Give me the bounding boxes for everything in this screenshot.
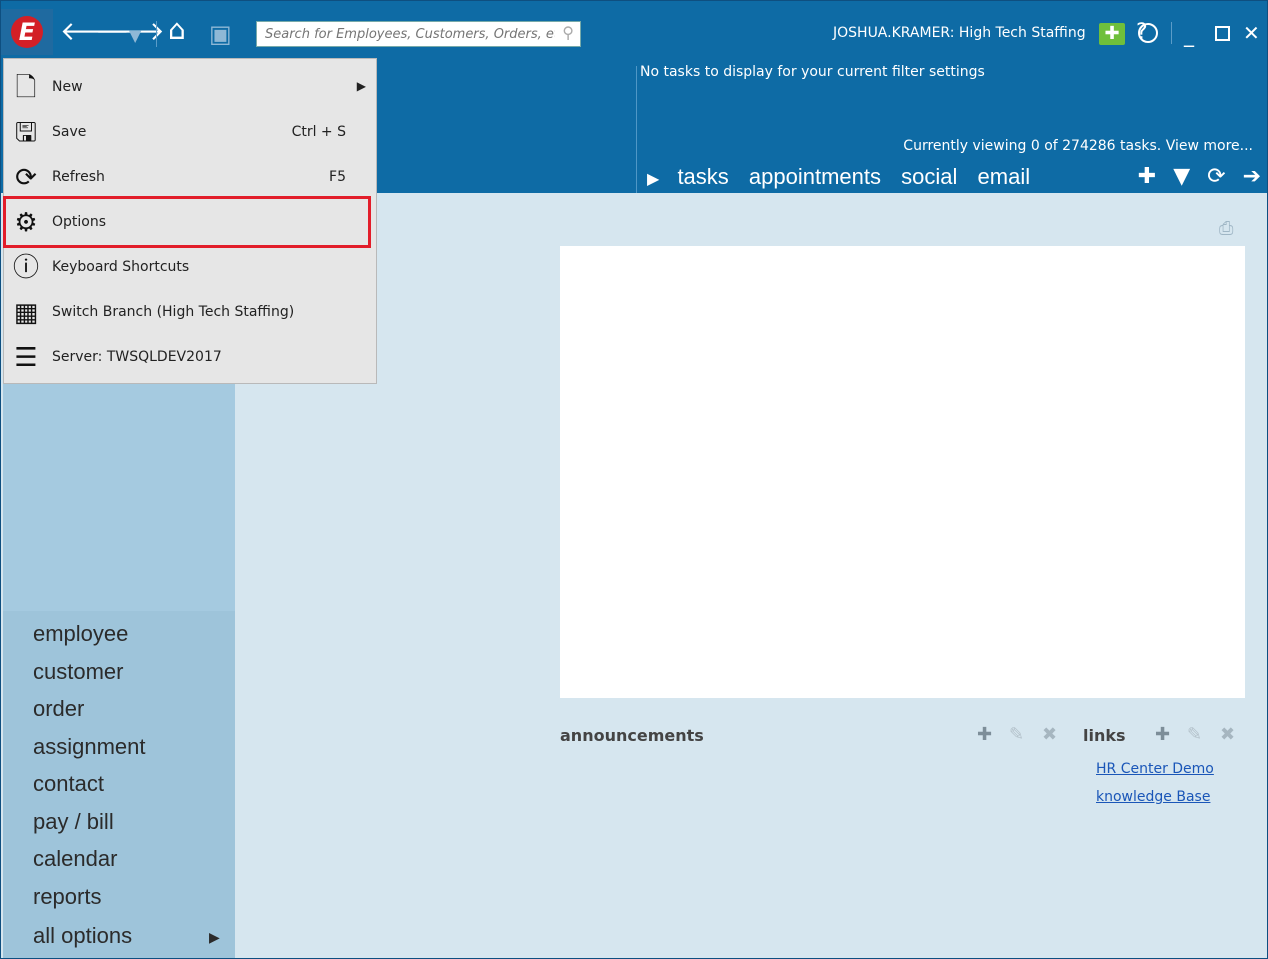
task-count-status[interactable]: Currently viewing 0 of 274286 tasks. Vie… [903,138,1253,154]
add-icon[interactable]: ✚ [1138,164,1156,189]
edit-link-icon[interactable]: ✎ [1187,724,1202,745]
menu-item-refresh[interactable]: ⟳ Refresh F5 [4,155,376,200]
menu-label: Save [52,124,87,140]
menu-item-switch-branch[interactable]: ▦ Switch Branch (High Tech Staffing) [4,290,376,335]
menu-label: Switch Branch (High Tech Staffing) [52,304,295,320]
links-title: links [1083,726,1126,745]
expand-play-icon[interactable]: ▶ [647,171,659,188]
options-highlight-box [3,196,371,248]
refresh-icon[interactable]: ⟳ [1207,164,1225,189]
filter-icon[interactable]: ▼ [1173,164,1190,189]
app-logo: E [11,16,43,48]
tab-appointments[interactable]: appointments [749,164,881,189]
menu-item-save[interactable]: 🖫 Save Ctrl + S [4,110,376,155]
nav-order[interactable]: order [33,696,84,722]
global-search[interactable]: ⚲ [256,21,581,47]
user-branch-label: JOSHUA.KRAMER: High Tech Staffing [833,25,1086,41]
nav-contact[interactable]: contact [33,771,104,797]
home-icon[interactable]: ⌂ [168,16,186,44]
arrow-right-icon[interactable]: ➔ [1243,164,1261,189]
refresh-icon: ⟳ [15,163,37,193]
app-menu-button[interactable]: E [1,9,53,55]
history-dropdown-icon[interactable]: ▼ [129,23,141,49]
menu-item-server[interactable]: ☰ Server: TWSQLDEV2017 [4,335,376,380]
add-link-icon[interactable]: ✚ [1155,724,1170,745]
nav-pay-bill[interactable]: pay / bill [33,809,114,835]
nav-reports[interactable]: reports [33,884,101,910]
menu-item-keyboard-shortcuts[interactable]: ⓘ Keyboard Shortcuts [4,245,376,290]
link-hr-center-demo[interactable]: HR Center Demo [1096,761,1214,777]
announcements-title: announcements [560,726,704,745]
minimize-icon[interactable]: _ [1184,23,1194,47]
toolbar-divider [156,21,157,47]
nav-employee[interactable]: employee [33,621,128,647]
menu-label: Keyboard Shortcuts [52,259,190,275]
nav-customer[interactable]: customer [33,659,123,685]
menu-shortcut: F5 [329,169,346,185]
help-circle [1138,23,1158,43]
maximize-icon[interactable] [1215,26,1230,41]
delete-announcement-icon[interactable]: ✖ [1042,724,1057,745]
dashboard-panel [560,246,1245,698]
menu-shortcut: Ctrl + S [291,124,346,140]
save-icon: 🖫 [14,118,38,148]
menu-label: Refresh [52,169,105,185]
tab-email[interactable]: email [978,164,1031,189]
task-tabs: ▶ tasks appointments social email [647,164,1044,190]
tab-social[interactable]: social [901,164,957,189]
tab-tasks[interactable]: tasks [677,164,728,189]
new-document-icon: 🗋 [15,73,37,103]
save-disk-icon[interactable]: ▣ [209,21,232,47]
submenu-arrow-icon: ▶ [356,79,366,93]
task-actions: ✚ ▼ ⟳ ➔ [1128,164,1261,189]
app-window: E 🡐 🡒 ▼ ⌂ ▣ ⚲ JOSHUA.KRAMER: High Tech S… [0,0,1268,959]
nav-assignment[interactable]: assignment [33,734,146,760]
band-divider [636,66,637,193]
search-icon[interactable]: ⚲ [562,23,574,43]
title-bar: E 🡐 🡒 ▼ ⌂ ▣ ⚲ JOSHUA.KRAMER: High Tech S… [1,1,1267,56]
medical-kit-icon[interactable]: ✚ [1099,23,1125,45]
no-tasks-message: No tasks to display for your current fil… [640,64,985,80]
menu-label: Server: TWSQLDEV2017 [52,349,222,365]
close-icon[interactable]: ✕ [1243,21,1260,45]
nav-all-options[interactable]: all options [33,923,132,949]
link-knowledge-base[interactable]: knowledge Base [1096,789,1210,805]
help-icon: ⓘ [12,253,39,283]
submenu-arrow-icon[interactable]: ▶ [209,929,220,946]
building-icon: ▦ [13,298,39,328]
search-input[interactable] [265,22,555,46]
delete-link-icon[interactable]: ✖ [1220,724,1235,745]
window-divider [1171,22,1172,44]
print-icon[interactable]: ⎙ [1219,218,1233,239]
add-announcement-icon[interactable]: ✚ [977,724,992,745]
menu-label: New [52,79,83,95]
server-icon: ☰ [14,343,38,373]
menu-item-new[interactable]: 🗋 New ▶ [4,65,376,110]
edit-announcement-icon[interactable]: ✎ [1009,724,1024,745]
nav-calendar[interactable]: calendar [33,846,117,872]
